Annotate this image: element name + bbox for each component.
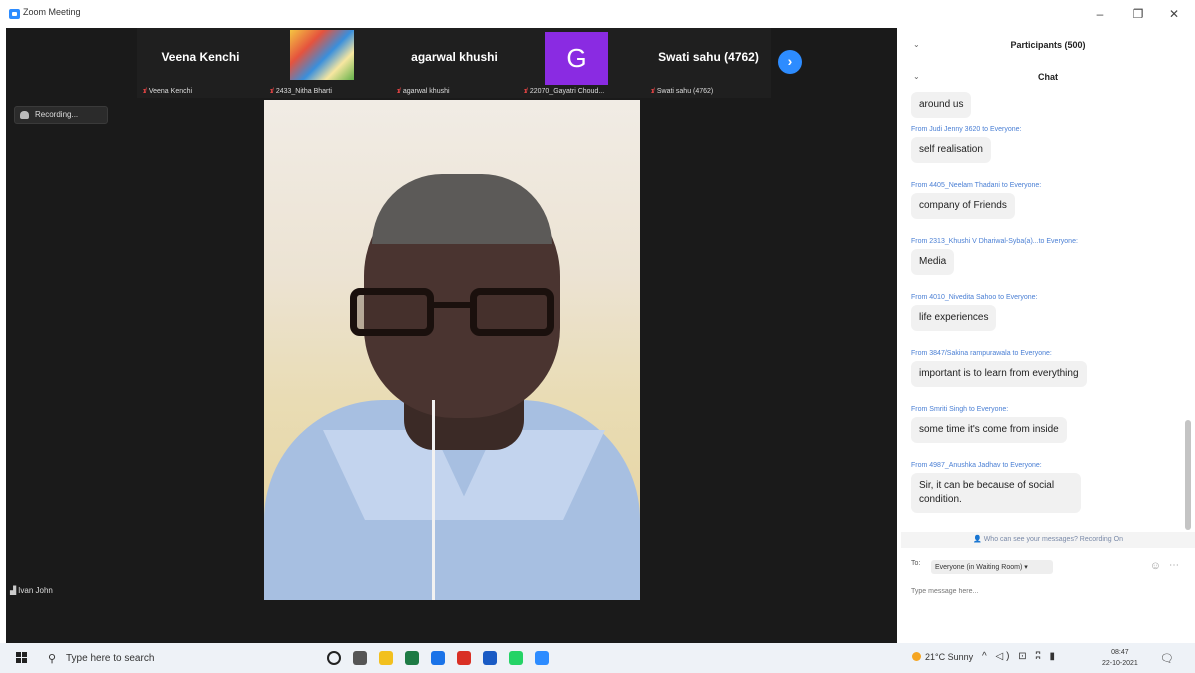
chat-sender: From Judi Jenny 3620 to Everyone: — [911, 126, 1022, 133]
participant-strip: Veena Kenchi ɪ̸ Veena Kenchi ɪ̸ 2433_Nitha… — [137, 28, 771, 98]
participant-tile[interactable]: G ɪ̸ 22070_Gayatri Choud... — [518, 28, 645, 98]
chevron-right-icon[interactable]: › — [778, 50, 802, 74]
chat-message: From 2313_Khushi V Dhariwal-Syba(a)...to… — [911, 238, 1181, 275]
search-icon: ⚲ — [48, 653, 57, 665]
participant-tile[interactable]: ɪ̸ 2433_Nitha Bharti — [264, 28, 391, 98]
system-tray-icons[interactable]: ^ ◁) ⊡ ʭ ▮ — [982, 651, 1058, 662]
chat-sender: From 4405_Neelam Thadani to Everyone: — [911, 182, 1042, 189]
chat-sender: From 4987_Anushka Jadhav to Everyone: — [911, 462, 1042, 469]
chat-message-input[interactable] — [911, 584, 1181, 598]
chat-message: From Judi Jenny 3620 to Everyone: self r… — [911, 126, 1181, 163]
zoom-app-icon — [9, 9, 20, 19]
chat-sender: From 2313_Khushi V Dhariwal-Syba(a)...to… — [911, 238, 1078, 245]
recording-indicator[interactable]: Recording... — [14, 106, 108, 124]
chat-message-list[interactable]: around us From Judi Jenny 3620 to Everyo… — [911, 92, 1181, 528]
active-speaker-label: ▟ Ivan John — [10, 586, 53, 595]
chat-bubble: Sir, it can be because of social conditi… — [911, 473, 1081, 513]
recording-label: Recording... — [35, 110, 79, 119]
mic-muted-icon: ɪ̸ — [270, 88, 273, 95]
word-icon[interactable] — [483, 651, 497, 665]
excel-icon[interactable] — [405, 651, 419, 665]
participant-avatar-image — [290, 30, 354, 80]
chat-bubble: Media — [911, 249, 955, 275]
office-icon[interactable] — [457, 651, 471, 665]
chat-bubble: some time it's come from inside — [911, 417, 1067, 443]
sun-icon — [912, 652, 921, 661]
participant-display-name: agarwal khushi — [411, 50, 498, 64]
windows-taskbar: ⚲ Type here to search 21°C Sunny ^ ◁) ⊡ … — [0, 643, 1195, 673]
task-view-icon[interactable] — [353, 651, 367, 665]
minimize-button[interactable]: – — [1086, 4, 1114, 24]
cortana-icon[interactable] — [327, 651, 341, 665]
recipient-select[interactable]: Everyone (in Waiting Room) ▾ — [931, 560, 1053, 574]
participant-tile[interactable]: Swati sahu (4762) ɪ̸ Swati sahu (4762) — [645, 28, 772, 98]
earphone-cable — [432, 400, 435, 600]
chat-bubble: around us — [911, 92, 972, 118]
weather-widget[interactable]: 21°C Sunny — [912, 652, 973, 662]
taskbar-search[interactable]: ⚲ Type here to search — [46, 649, 296, 669]
chat-message: From Smriti Singh to Everyone: some time… — [911, 406, 1181, 443]
whatsapp-icon[interactable] — [509, 651, 523, 665]
chat-bubble: life experiences — [911, 305, 997, 331]
taskbar-clock[interactable]: 08:47 22-10-2021 — [1102, 647, 1138, 669]
active-speaker-video[interactable] — [264, 100, 640, 600]
close-button[interactable]: ✕ — [1160, 4, 1188, 24]
participant-label: ɪ̸ 22070_Gayatri Choud... — [524, 88, 605, 95]
emoji-icon[interactable]: ☺ — [1150, 560, 1161, 572]
video-glasses — [350, 288, 562, 338]
chrome-icon[interactable] — [431, 651, 445, 665]
notifications-icon[interactable]: 🗨 — [1160, 652, 1174, 665]
participant-tile[interactable]: agarwal khushi ɪ̸ agarwal khushi — [391, 28, 518, 98]
participant-display-name: Veena Kenchi — [161, 50, 240, 64]
cloud-icon — [20, 111, 29, 119]
chat-message: From 3847/Sakina rampurawala to Everyone… — [911, 350, 1181, 387]
participant-display-name: Swati sahu (4762) — [658, 50, 759, 64]
mic-muted-icon: ɪ̸ — [143, 88, 146, 95]
chat-bubble: important is to learn from everything — [911, 361, 1087, 387]
mic-muted-icon: ɪ̸ — [524, 88, 527, 95]
participant-label: ɪ̸ Swati sahu (4762) — [651, 88, 714, 95]
meeting-area: Veena Kenchi ɪ̸ Veena Kenchi ɪ̸ 2433_Nitha… — [6, 28, 897, 643]
message-visibility-notice[interactable]: 👤 Who can see your messages? Recording O… — [901, 532, 1195, 548]
chevron-down-icon[interactable]: ⌄ — [913, 64, 920, 90]
chat-sender: From Smriti Singh to Everyone: — [911, 406, 1009, 413]
window-title: Zoom Meeting — [23, 7, 81, 17]
chat-sender: From 3847/Sakina rampurawala to Everyone… — [911, 350, 1052, 357]
side-panel: ⌄ Participants (500) ⌄ Chat around us Fr… — [901, 28, 1195, 643]
chat-message: From 4405_Neelam Thadani to Everyone: co… — [911, 182, 1181, 219]
chevron-down-icon[interactable]: ⌄ — [913, 32, 920, 58]
title-bar: Zoom Meeting – ❐ ✕ — [0, 0, 1195, 28]
chat-bubble: company of Friends — [911, 193, 1015, 219]
participant-label: ɪ̸ 2433_Nitha Bharti — [270, 88, 332, 95]
chat-sender: From 4010_Nivedita Sahoo to Everyone: — [911, 294, 1038, 301]
chat-message: around us — [911, 92, 1181, 118]
person-icon: 👤 — [973, 536, 982, 543]
chat-message: From 4010_Nivedita Sahoo to Everyone: li… — [911, 294, 1181, 331]
file-explorer-icon[interactable] — [379, 651, 393, 665]
chat-header[interactable]: ⌄ Chat — [901, 64, 1195, 90]
participant-tile[interactable]: Veena Kenchi ɪ̸ Veena Kenchi — [137, 28, 264, 98]
chat-recipient-row: To: Everyone (in Waiting Room) ▾ ☺ ⋯ — [911, 560, 1191, 578]
video-hair — [372, 174, 552, 244]
maximize-button[interactable]: ❐ — [1124, 4, 1152, 24]
signal-icon: ▟ — [10, 586, 17, 595]
participants-header[interactable]: ⌄ Participants (500) — [901, 32, 1195, 58]
chat-scrollbar[interactable] — [1185, 420, 1191, 530]
participant-avatar-letter: G — [545, 32, 608, 85]
more-options-icon[interactable]: ⋯ — [1169, 560, 1179, 571]
chat-message: From 4987_Anushka Jadhav to Everyone: Si… — [911, 462, 1181, 513]
mic-muted-icon: ɪ̸ — [397, 88, 400, 95]
chat-bubble: self realisation — [911, 137, 991, 163]
participant-label: ɪ̸ agarwal khushi — [397, 88, 450, 95]
mic-muted-icon: ɪ̸ — [651, 88, 654, 95]
zoom-icon[interactable] — [535, 651, 549, 665]
windows-start-icon[interactable] — [16, 652, 28, 664]
to-label: To: — [911, 560, 921, 567]
participant-label: ɪ̸ Veena Kenchi — [143, 88, 193, 95]
